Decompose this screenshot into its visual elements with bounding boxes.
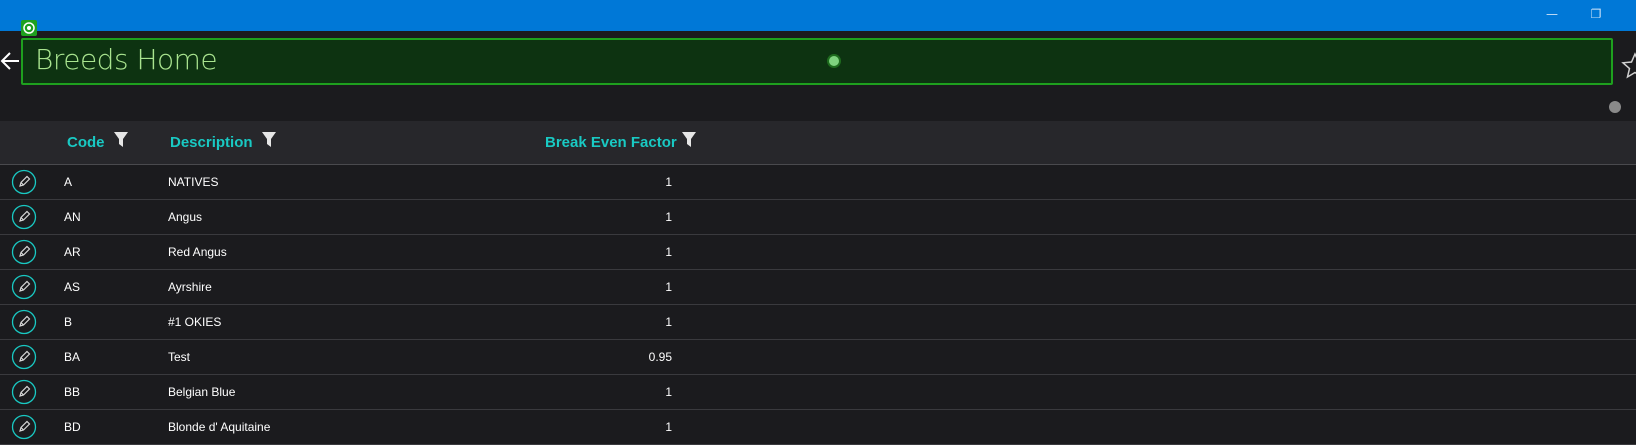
edit-icon[interactable] [11, 204, 37, 230]
more-options-button[interactable] [1609, 100, 1636, 114]
cell-break-even-factor: 1 [665, 280, 672, 294]
edit-icon[interactable] [11, 344, 37, 370]
target-icon [21, 20, 37, 36]
cell-description: Ayrshire [168, 280, 212, 294]
edit-icon[interactable] [11, 379, 37, 405]
cell-description: Test [168, 350, 191, 364]
page-header: Breeds Home [0, 20, 1636, 121]
cell-code: AR [64, 245, 81, 259]
cell-break-even-factor: 1 [665, 315, 672, 329]
cell-description: Angus [168, 210, 203, 224]
edit-icon[interactable] [11, 414, 37, 440]
cell-code: BA [64, 350, 81, 364]
page-title-box[interactable]: Breeds Home [21, 38, 1613, 85]
table-row[interactable]: A NATIVES 1 [0, 165, 1636, 200]
favorite-button[interactable] [1620, 51, 1636, 81]
cell-description: Blonde d' Aquitaine [168, 420, 271, 434]
cell-break-even-factor: 1 [665, 420, 672, 434]
cell-description: NATIVES [168, 175, 219, 189]
more-dot [1609, 101, 1621, 113]
edit-icon[interactable] [11, 239, 37, 265]
column-header-description[interactable]: Description [170, 134, 253, 151]
cell-break-even-factor: 1 [665, 210, 672, 224]
grid-body: A NATIVES 1 AN Angus 1 AR Red Angus 1 AS… [0, 165, 1636, 445]
grid-header: Code Description Break Even Factor [0, 121, 1636, 165]
table-row[interactable]: AS Ayrshire 1 [0, 270, 1636, 305]
table-row[interactable]: BA Test 0.95 [0, 340, 1636, 375]
table-row[interactable]: B #1 OKIES 1 [0, 305, 1636, 340]
filter-icon[interactable] [261, 131, 277, 149]
edit-icon[interactable] [11, 309, 37, 335]
cell-code: BB [64, 385, 81, 399]
restore-button[interactable]: ❐ [1588, 6, 1604, 22]
filter-icon[interactable] [681, 131, 697, 149]
column-header-break-even-factor[interactable]: Break Even Factor [545, 134, 677, 151]
table-row[interactable]: BD Blonde d' Aquitaine 1 [0, 410, 1636, 445]
cell-break-even-factor: 1 [665, 175, 672, 189]
cell-break-even-factor: 1 [665, 245, 672, 259]
cell-description: #1 OKIES [168, 315, 222, 329]
edit-icon[interactable] [11, 169, 37, 195]
focus-indicator [829, 56, 839, 66]
cell-code: AN [64, 210, 81, 224]
cell-break-even-factor: 1 [665, 385, 672, 399]
cell-description: Red Angus [168, 245, 227, 259]
back-button[interactable] [0, 45, 22, 77]
cell-code: BD [64, 420, 81, 434]
cell-code: AS [64, 280, 81, 294]
page-title: Breeds Home [35, 43, 218, 76]
cell-code: A [64, 175, 73, 189]
star-icon [1621, 52, 1636, 79]
window-titlebar: — ❐ [0, 0, 1636, 31]
cell-code: B [64, 315, 73, 329]
cell-break-even-factor: 0.95 [648, 350, 672, 364]
column-header-code[interactable]: Code [67, 134, 105, 151]
cell-description: Belgian Blue [168, 385, 236, 399]
back-arrow-icon [0, 52, 19, 70]
minimize-button[interactable]: — [1544, 6, 1560, 22]
table-row[interactable]: AR Red Angus 1 [0, 235, 1636, 270]
table-row[interactable]: BB Belgian Blue 1 [0, 375, 1636, 410]
filter-icon[interactable] [113, 131, 129, 149]
table-row[interactable]: AN Angus 1 [0, 200, 1636, 235]
edit-icon[interactable] [11, 274, 37, 300]
